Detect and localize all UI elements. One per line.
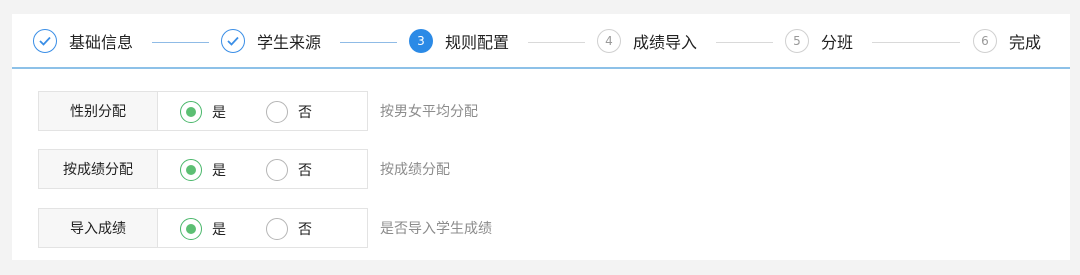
step-connector	[152, 42, 209, 43]
step-label: 学生来源	[257, 33, 322, 52]
step-label: 成绩导入	[633, 33, 698, 52]
radio-checked-icon	[180, 218, 202, 240]
radio-unchecked-icon	[266, 218, 288, 240]
radio-no[interactable]: 否	[266, 218, 312, 240]
rule-description: 按男女平均分配	[380, 104, 478, 120]
radio-label: 否	[298, 105, 312, 121]
step-student-source[interactable]: 学生来源	[221, 27, 321, 55]
step-connector	[528, 42, 585, 43]
radio-label: 是	[212, 105, 226, 121]
step-label: 完成	[1009, 33, 1042, 52]
wizard-card: 基础信息 学生来源 3 规则配置 4 成绩导入 5 分班 6 完成 性别分配 是…	[12, 14, 1070, 260]
radio-label: 否	[298, 163, 312, 179]
rule-options: 是 否	[158, 208, 368, 248]
radio-label: 是	[212, 222, 226, 238]
step-class-division[interactable]: 5 分班	[785, 27, 853, 55]
radio-no[interactable]: 否	[266, 101, 312, 123]
radio-label: 否	[298, 222, 312, 238]
step-label: 分班	[821, 33, 854, 52]
rule-label: 性别分配	[38, 91, 158, 131]
step-number-badge: 5	[785, 29, 809, 53]
radio-unchecked-icon	[266, 101, 288, 123]
radio-checked-icon	[180, 159, 202, 181]
step-connector	[340, 42, 397, 43]
rule-label: 按成绩分配	[38, 149, 158, 189]
step-number-badge: 3	[409, 29, 433, 53]
step-rule-config[interactable]: 3 规则配置	[409, 27, 509, 55]
radio-unchecked-icon	[266, 159, 288, 181]
rule-options: 是 否	[158, 91, 368, 131]
rule-description: 是否导入学生成绩	[380, 221, 492, 237]
rule-options: 是 否	[158, 149, 368, 189]
check-icon	[221, 29, 245, 53]
radio-yes[interactable]: 是	[180, 159, 226, 181]
step-basic-info[interactable]: 基础信息	[33, 27, 133, 55]
radio-yes[interactable]: 是	[180, 218, 226, 240]
radio-no[interactable]: 否	[266, 159, 312, 181]
steps-divider	[12, 67, 1070, 69]
rule-label: 导入成绩	[38, 208, 158, 248]
step-progress: 基础信息 学生来源 3 规则配置 4 成绩导入 5 分班 6 完成	[12, 14, 1070, 69]
step-connector	[716, 42, 773, 43]
step-number-badge: 6	[973, 29, 997, 53]
radio-yes[interactable]: 是	[180, 101, 226, 123]
step-complete[interactable]: 6 完成	[973, 27, 1041, 55]
step-label: 基础信息	[69, 33, 134, 52]
step-number-badge: 4	[597, 29, 621, 53]
step-connector	[872, 42, 960, 43]
rule-description: 按成绩分配	[380, 162, 450, 178]
check-icon	[33, 29, 57, 53]
radio-checked-icon	[180, 101, 202, 123]
step-score-import[interactable]: 4 成绩导入	[597, 27, 697, 55]
step-label: 规则配置	[445, 33, 510, 52]
radio-label: 是	[212, 163, 226, 179]
